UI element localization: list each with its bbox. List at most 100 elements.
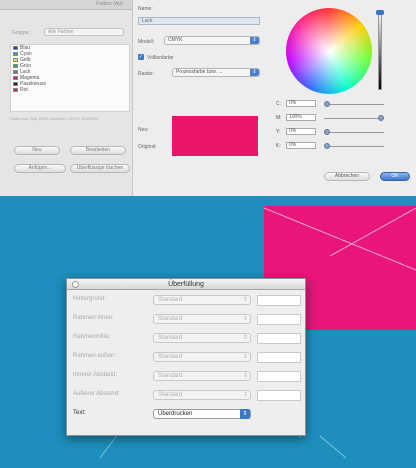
swatch-color-chip [13,64,18,68]
remove-unused-button[interactable]: Überflüssige löschen [70,164,130,173]
colors-window-title: Farben (Ap) [96,1,123,7]
trap-setting-value: Überdrucken [158,411,193,417]
trap-setting-select[interactable]: Standard ⇕ [153,371,251,381]
chevron-updown-icon: ⇕ [242,373,248,379]
channel-slider-track[interactable] [324,132,384,133]
channel-slider-track[interactable] [324,104,384,105]
trap-setting-row: Rahmenmitte: Standard ⇕ [67,331,307,345]
trap-setting-select[interactable]: Standard ⇕ [153,390,251,400]
channel-label: Y: [276,129,281,135]
brightness-slider[interactable] [378,10,382,90]
color-edit-window: Name: Lack Modell: CMYK ⇕ ✓ Volltonfarbe… [134,0,416,196]
chevron-updown-icon: ⇕ [250,37,259,44]
channel-slider-thumb[interactable] [378,115,384,121]
trap-setting-select[interactable]: Standard ⇕ [153,314,251,324]
channel-slider-thumb[interactable] [324,129,330,135]
chevron-updown-icon: ⇕ [250,69,259,76]
trap-setting-select[interactable]: Überdrucken ⇕ [153,409,251,419]
color-wheel[interactable] [286,8,372,94]
swatch-color-chip [13,46,18,50]
halftone-value: Prozessfarbe bzw. ... [176,69,223,75]
new-color-label: Neu: [138,127,149,133]
swatch-label: Rot [20,87,28,93]
trap-amount-field[interactable] [257,352,301,363]
trap-amount-field[interactable] [257,371,301,382]
trap-setting-label: Hintergrund: [73,296,107,302]
name-label: Name: [138,6,153,12]
top-panels: Farben (Ap) Gruppe: Alle Farben Blau Cyan… [0,0,416,196]
edit-button[interactable]: Bearbeiten [70,146,126,155]
spot-color-checkbox[interactable]: ✓ [138,54,144,60]
group-select[interactable]: Alle Farben [44,28,124,36]
chevron-updown-icon: ⇕ [242,316,248,322]
trap-setting-label: Innerer Abstand: [73,372,118,378]
trap-setting-label: Rahmenmitte: [73,334,111,340]
trap-dialog-titlebar[interactable]: Überfüllung [67,279,305,290]
ok-button[interactable]: OK [380,172,410,181]
trap-setting-value: Standard [158,373,183,379]
chevron-updown-icon: ⇕ [242,297,248,303]
channel-label: K: [276,143,281,149]
channel-label: M: [276,115,282,121]
trap-amount-field[interactable] [257,314,301,325]
trap-setting-select[interactable]: Standard ⇕ [153,295,251,305]
channel-value-field[interactable]: 100% [286,114,316,121]
guide-line [99,433,119,459]
swatch-color-chip [13,70,18,74]
trap-setting-select[interactable]: Standard ⇕ [153,352,251,362]
swatch-color-chip [13,58,18,62]
new-button[interactable]: Neu [14,146,60,155]
trap-setting-select[interactable]: Standard ⇕ [153,333,251,343]
channel-value-field[interactable]: 0% [286,100,316,107]
swatch-list[interactable]: Blau Cyan Gelb Grün Lack Magenta Passkreuze Rot [10,44,130,112]
model-value: CMYK [168,37,183,43]
channel-slider-thumb[interactable] [324,143,330,149]
halftone-select[interactable]: Prozessfarbe bzw. ... ⇕ [172,68,260,77]
chevron-updown-icon: ⇕ [242,354,248,360]
channel-slider-track[interactable] [324,118,384,119]
spot-color-label: Volltonfarbe [147,55,174,61]
color-preview-swatch [172,116,258,156]
chevron-updown-icon: ⇕ [240,409,250,419]
brightness-slider-thumb[interactable] [376,10,384,15]
append-button[interactable]: Anfügen... [14,164,66,173]
trap-amount-field[interactable] [257,295,301,306]
trap-setting-value: Standard [158,392,183,398]
channel-slider-track[interactable] [324,146,384,147]
trap-setting-value: Standard [158,335,183,341]
swatch-color-chip [13,82,18,86]
trap-setting-value: Standard [158,297,183,303]
trap-setting-row: Äußerer Abstand: Standard ⇕ [67,388,307,402]
channel-slider-thumb[interactable] [324,101,330,107]
trap-setting-value: Standard [158,354,183,360]
channel-label: C: [276,101,281,107]
swatch-list-item[interactable]: Rot [11,87,129,93]
trap-dialog-title: Überfüllung [168,281,204,288]
trap-setting-row: Innerer Abstand: Standard ⇕ [67,369,307,383]
close-icon[interactable] [72,281,79,288]
trap-setting-label: Text: [73,410,86,416]
guide-line [263,207,416,271]
trap-setting-label: Rahmen innen: [73,315,114,321]
guide-line [329,207,416,257]
trap-setting-row: Text: Überdrucken ⇕ [67,407,307,421]
chevron-updown-icon: ⇕ [242,335,248,341]
colors-window: Farben (Ap) Gruppe: Alle Farben Blau Cyan… [0,0,133,196]
name-field[interactable]: Lack [138,17,260,25]
trap-amount-field[interactable] [257,333,301,344]
colors-window-titlebar[interactable]: Farben (Ap) [0,0,132,10]
group-label: Gruppe: [12,30,31,36]
model-label: Modell: [138,39,155,45]
color-info-note: Farbe aus: Bild, RGB zuweisen. CMYK: 0/1… [10,116,99,121]
trap-amount-field[interactable] [257,390,301,401]
cancel-button[interactable]: Abbrechen [324,172,370,181]
trap-setting-value: Standard [158,316,183,322]
chevron-updown-icon: ⇕ [242,392,248,398]
channel-value-field[interactable]: 0% [286,128,316,135]
trap-setting-label: Rahmen außen: [73,353,117,359]
guide-line [319,435,347,459]
model-select[interactable]: CMYK ⇕ [164,36,260,45]
swatch-color-chip [13,88,18,92]
channel-value-field[interactable]: 0% [286,142,316,149]
trap-dialog: Überfüllung Hintergrund: Standard ⇕ Rahmen … [66,278,306,436]
